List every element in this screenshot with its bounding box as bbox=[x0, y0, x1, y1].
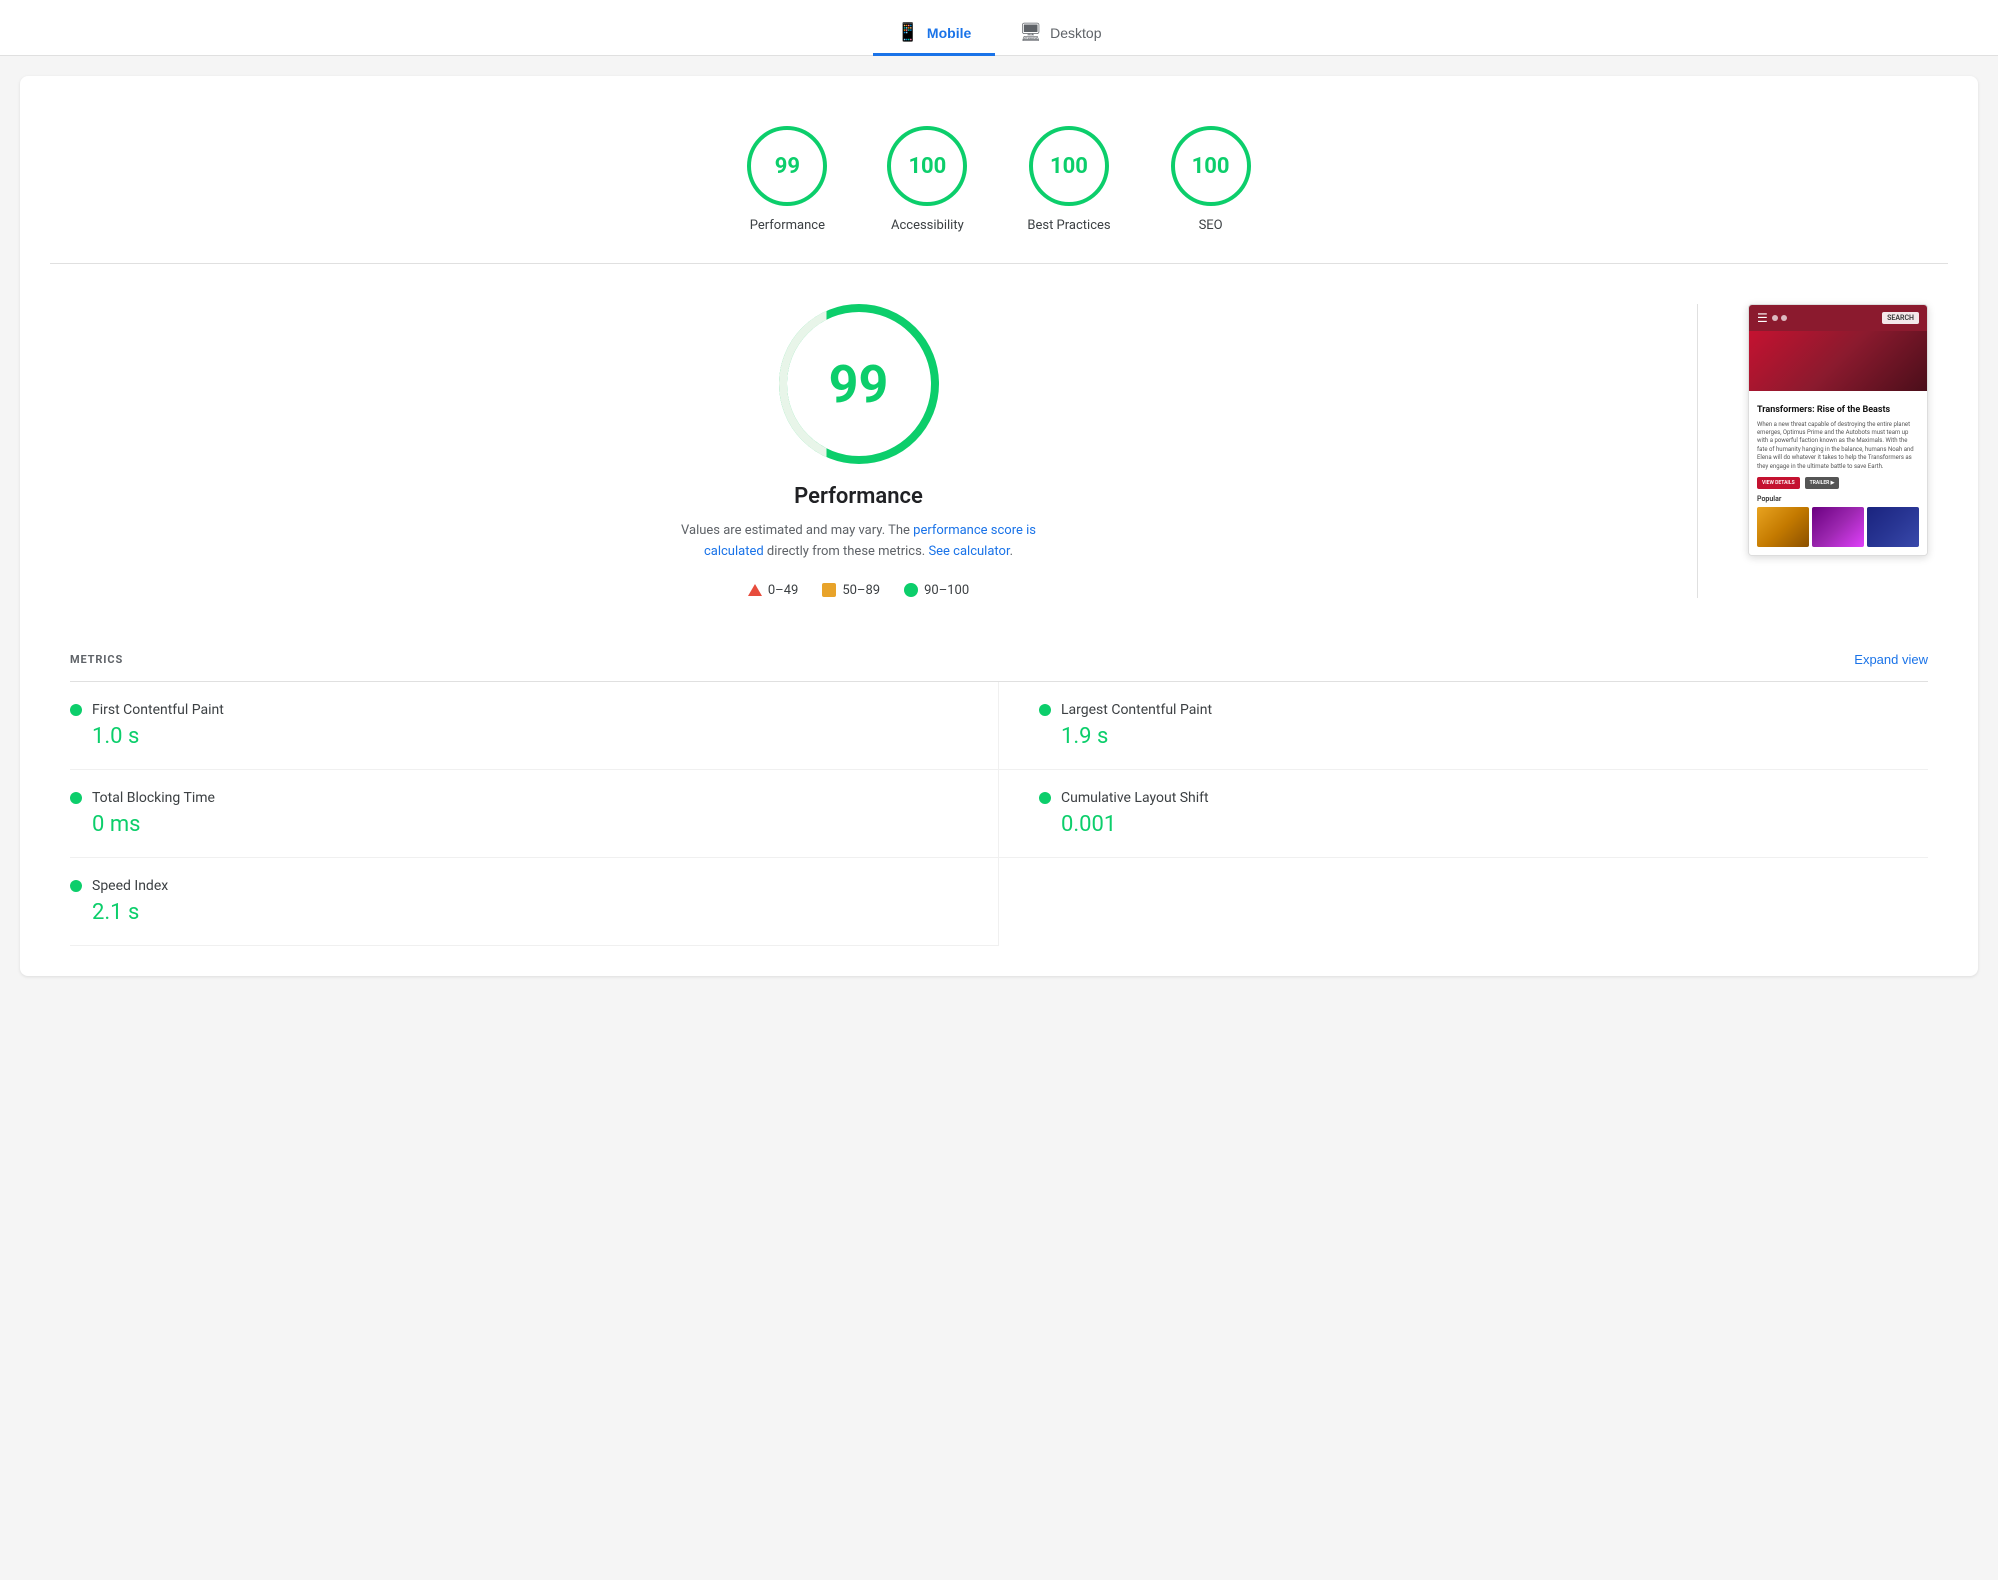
metrics-header: METRICS Expand view bbox=[70, 638, 1928, 682]
pass-icon bbox=[904, 583, 918, 597]
mobile-icon: 📱 bbox=[897, 22, 919, 43]
accessibility-circle[interactable]: 100 bbox=[887, 126, 967, 206]
metric-lcp: Largest Contentful Paint 1.9 s bbox=[999, 682, 1928, 770]
fail-icon bbox=[748, 584, 762, 596]
perf-desc-end: . bbox=[1010, 544, 1013, 559]
cls-name: Cumulative Layout Shift bbox=[1061, 790, 1209, 806]
phone-movie-desc: When a new threat capable of destroying … bbox=[1757, 421, 1919, 471]
seo-circle[interactable]: 100 bbox=[1171, 126, 1251, 206]
fcp-status-dot bbox=[70, 704, 82, 716]
legend-fail: 0–49 bbox=[748, 583, 798, 598]
accessibility-value: 100 bbox=[908, 154, 946, 179]
phone-header: ☰ SEARCH bbox=[1749, 305, 1927, 331]
tab-bar: 📱 Mobile 🖥 Desktop bbox=[0, 0, 1998, 56]
legend-row: 0–49 50–89 90–100 bbox=[748, 583, 969, 598]
thumbnail-3 bbox=[1867, 507, 1919, 547]
view-details-button[interactable]: VIEW DETAILS bbox=[1757, 477, 1800, 489]
lcp-name: Largest Contentful Paint bbox=[1061, 702, 1212, 718]
section-divider bbox=[1697, 304, 1698, 598]
screenshot-area: ☰ SEARCH Transformers: Rise of the Beast… bbox=[1748, 304, 1928, 556]
phone-circle-1 bbox=[1772, 315, 1778, 321]
lcp-value: 1.9 s bbox=[1061, 724, 1928, 749]
hamburger-icon: ☰ bbox=[1757, 311, 1768, 325]
metric-cls-header: Cumulative Layout Shift bbox=[1039, 790, 1928, 806]
metric-cls: Cumulative Layout Shift 0.001 bbox=[999, 770, 1928, 858]
phone-circle-2 bbox=[1781, 315, 1787, 321]
fcp-name: First Contentful Paint bbox=[92, 702, 224, 718]
phone-screenshot: ☰ SEARCH Transformers: Rise of the Beast… bbox=[1748, 304, 1928, 556]
tab-mobile[interactable]: 📱 Mobile bbox=[873, 12, 996, 56]
score-seo: 100 SEO bbox=[1171, 126, 1251, 233]
tbt-name: Total Blocking Time bbox=[92, 790, 215, 806]
phone-content: Transformers: Rise of the Beasts When a … bbox=[1749, 397, 1927, 555]
see-calculator-link[interactable]: See calculator bbox=[928, 544, 1009, 559]
tab-desktop-label: Desktop bbox=[1050, 25, 1101, 41]
seo-value: 100 bbox=[1192, 154, 1230, 179]
performance-value: 99 bbox=[775, 154, 800, 179]
tab-desktop[interactable]: 🖥 Desktop bbox=[995, 12, 1125, 56]
metric-si: Speed Index 2.1 s bbox=[70, 858, 999, 946]
score-performance: 99 Performance bbox=[747, 126, 827, 233]
perf-title: Performance bbox=[794, 484, 923, 509]
score-accessibility: 100 Accessibility bbox=[887, 126, 967, 233]
main-card: 99 Performance 100 Accessibility 100 Bes… bbox=[20, 76, 1978, 976]
performance-circle[interactable]: 99 bbox=[747, 126, 827, 206]
average-icon bbox=[822, 583, 836, 597]
perf-desc-before: Values are estimated and may vary. The bbox=[681, 523, 913, 538]
metrics-section-title: METRICS bbox=[70, 653, 123, 666]
scores-row: 99 Performance 100 Accessibility 100 Bes… bbox=[50, 106, 1948, 264]
trailer-button[interactable]: TRAILER ▶ bbox=[1805, 477, 1840, 489]
si-name: Speed Index bbox=[92, 878, 168, 894]
seo-label: SEO bbox=[1199, 218, 1223, 233]
metric-si-header: Speed Index bbox=[70, 878, 958, 894]
legend-pass-range: 90–100 bbox=[924, 583, 969, 598]
metric-fcp-header: First Contentful Paint bbox=[70, 702, 958, 718]
cls-status-dot bbox=[1039, 792, 1051, 804]
si-value: 2.1 s bbox=[92, 900, 958, 925]
perf-description: Values are estimated and may vary. The p… bbox=[669, 521, 1049, 563]
best-practices-circle[interactable]: 100 bbox=[1029, 126, 1109, 206]
expand-view-button[interactable]: Expand view bbox=[1854, 652, 1928, 667]
phone-circles bbox=[1772, 315, 1787, 321]
metrics-section: METRICS Expand view First Contentful Pai… bbox=[50, 638, 1948, 946]
phone-popular-label: Popular bbox=[1757, 495, 1919, 503]
metric-fcp: First Contentful Paint 1.0 s bbox=[70, 682, 999, 770]
metric-tbt: Total Blocking Time 0 ms bbox=[70, 770, 999, 858]
cls-value: 0.001 bbox=[1061, 812, 1928, 837]
fcp-value: 1.0 s bbox=[92, 724, 958, 749]
phone-hero-image bbox=[1749, 331, 1927, 391]
desktop-icon: 🖥 bbox=[1019, 22, 1042, 43]
perf-desc-middle: directly from these metrics. bbox=[764, 544, 929, 559]
metrics-grid: First Contentful Paint 1.0 s Largest Con… bbox=[70, 682, 1928, 946]
tab-mobile-label: Mobile bbox=[927, 25, 971, 41]
tbt-value: 0 ms bbox=[92, 812, 958, 837]
phone-search-button[interactable]: SEARCH bbox=[1882, 312, 1919, 324]
perf-left: 99 Performance Values are estimated and … bbox=[70, 304, 1647, 598]
big-score-circle: 99 bbox=[779, 304, 939, 464]
metric-lcp-header: Largest Contentful Paint bbox=[1039, 702, 1928, 718]
legend-pass: 90–100 bbox=[904, 583, 969, 598]
tbt-status-dot bbox=[70, 792, 82, 804]
legend-fail-range: 0–49 bbox=[768, 583, 798, 598]
phone-thumbnails bbox=[1757, 507, 1919, 547]
phone-header-left: ☰ bbox=[1757, 311, 1787, 325]
si-status-dot bbox=[70, 880, 82, 892]
performance-label: Performance bbox=[750, 218, 825, 233]
big-score-value: 99 bbox=[829, 354, 889, 415]
phone-movie-title: Transformers: Rise of the Beasts bbox=[1757, 405, 1919, 417]
accessibility-label: Accessibility bbox=[891, 218, 964, 233]
legend-average: 50–89 bbox=[822, 583, 880, 598]
best-practices-value: 100 bbox=[1050, 154, 1088, 179]
score-best-practices: 100 Best Practices bbox=[1027, 126, 1110, 233]
metric-tbt-header: Total Blocking Time bbox=[70, 790, 958, 806]
legend-average-range: 50–89 bbox=[842, 583, 880, 598]
lcp-status-dot bbox=[1039, 704, 1051, 716]
thumbnail-1 bbox=[1757, 507, 1809, 547]
thumbnail-2 bbox=[1812, 507, 1864, 547]
best-practices-label: Best Practices bbox=[1027, 218, 1110, 233]
phone-action-buttons: VIEW DETAILS TRAILER ▶ bbox=[1757, 477, 1919, 489]
performance-section: 99 Performance Values are estimated and … bbox=[50, 264, 1948, 638]
